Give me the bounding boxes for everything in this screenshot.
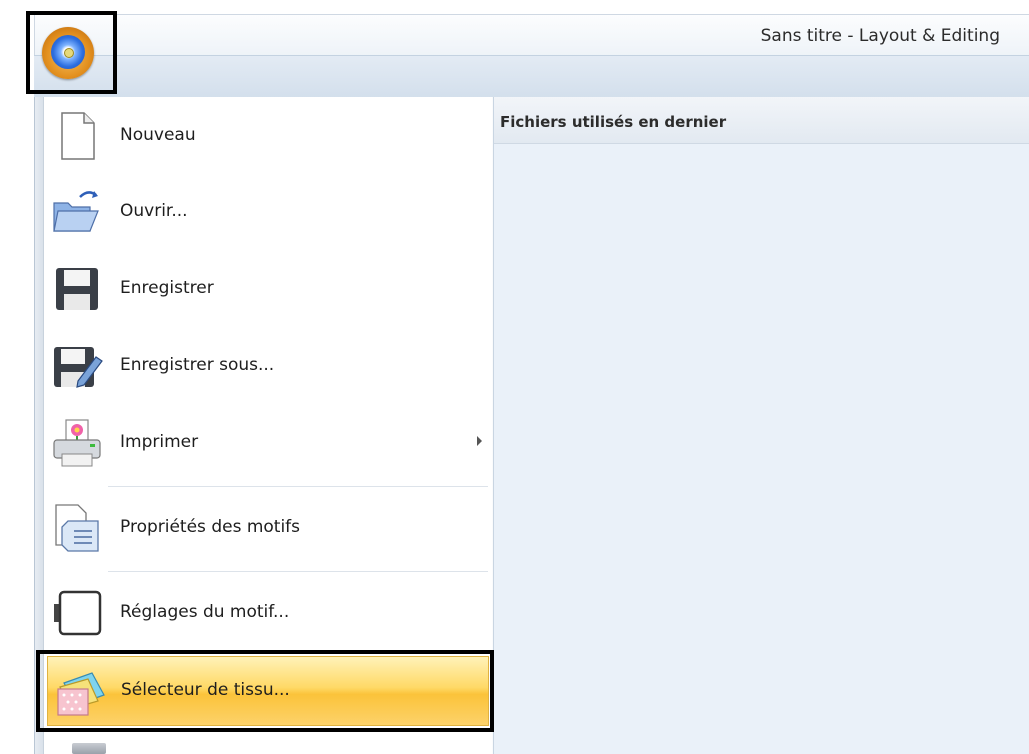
recent-files-title: Fichiers utilisés en dernier <box>500 113 727 131</box>
recent-files-panel: Fichiers utilisés en dernier <box>493 97 1029 754</box>
submenu-arrow-icon <box>477 436 482 446</box>
menu-separator <box>108 571 488 572</box>
menu-item-label: Enregistrer <box>120 278 214 298</box>
title-bar: Sans titre - Layout & Editing <box>34 14 1029 56</box>
menu-item-label: Réglages du motif... <box>120 602 290 622</box>
window-title: Sans titre - Layout & Editing <box>760 26 1000 46</box>
menu-item-properties[interactable]: Propriétés des motifs <box>44 493 492 563</box>
menu-item-label: Imprimer <box>120 432 199 452</box>
menu-item-label: Propriétés des motifs <box>120 517 301 537</box>
save-icon <box>56 268 98 310</box>
ribbon-band <box>34 55 1029 98</box>
menu-separator <box>108 486 488 487</box>
menu-item-label: Ouvrir... <box>120 201 188 221</box>
menu-item-open[interactable]: Ouvrir... <box>44 177 492 247</box>
menu-item-label: Nouveau <box>120 125 196 145</box>
application-orb-icon <box>42 27 94 79</box>
next-item-partial-icon <box>72 743 106 754</box>
open-folder-icon <box>53 191 99 232</box>
menu-item-design-settings[interactable]: Réglages du motif... <box>44 578 492 648</box>
printer-icon <box>53 419 101 467</box>
menu-item-label: Enregistrer sous... <box>120 355 275 375</box>
menu-item-save[interactable]: Enregistrer <box>44 254 492 324</box>
application-button[interactable] <box>26 11 117 94</box>
flower-logo-icon <box>51 35 85 69</box>
menu-item-print[interactable]: Imprimer <box>44 408 492 478</box>
properties-icon <box>55 504 99 552</box>
recent-files-header: Fichiers utilisés en dernier <box>494 97 1029 144</box>
menu-item-new[interactable]: Nouveau <box>44 101 492 171</box>
menu-item-save-as[interactable]: Enregistrer sous... <box>44 331 492 401</box>
design-settings-icon <box>54 590 102 636</box>
new-document-icon <box>61 112 95 160</box>
callout-highlight-frame <box>36 650 494 732</box>
save-as-icon <box>54 347 103 388</box>
